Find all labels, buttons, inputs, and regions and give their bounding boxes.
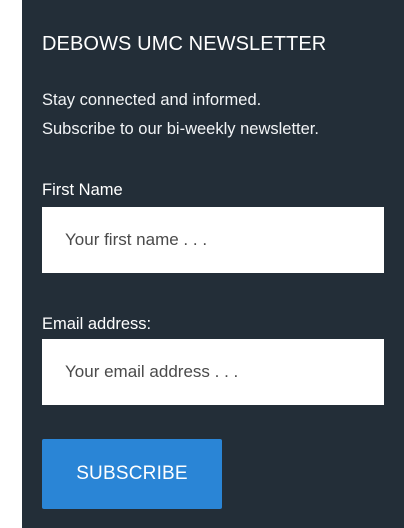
description-line-2: Subscribe to our bi-weekly newsletter.: [42, 120, 319, 138]
email-input[interactable]: [42, 339, 384, 405]
first-name-label: First Name: [42, 181, 123, 199]
newsletter-title: DEBOWS UMC NEWSLETTER: [42, 33, 327, 55]
newsletter-widget: DEBOWS UMC NEWSLETTER Stay connected and…: [22, 0, 404, 528]
newsletter-description: Stay connected and informed. Subscribe t…: [42, 86, 319, 144]
subscribe-button[interactable]: SUBSCRIBE: [42, 439, 222, 509]
description-line-1: Stay connected and informed.: [42, 91, 262, 109]
email-label: Email address:: [42, 315, 152, 333]
first-name-input[interactable]: [42, 207, 384, 273]
